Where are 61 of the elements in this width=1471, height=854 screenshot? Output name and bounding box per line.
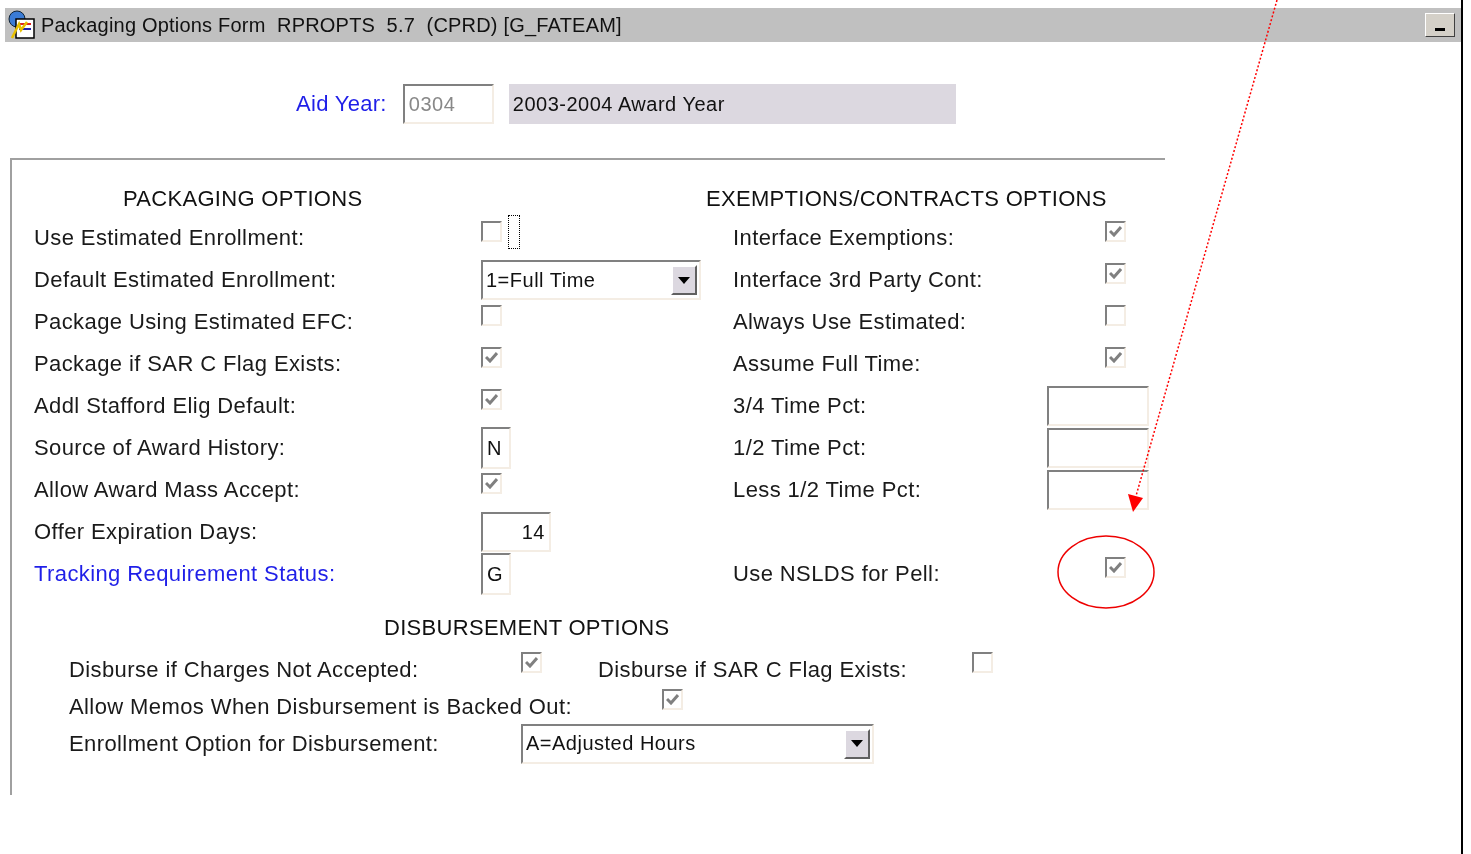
checkbox[interactable] bbox=[481, 220, 502, 242]
checkbox[interactable] bbox=[1105, 220, 1126, 242]
field-label: Use Estimated Enrollment: bbox=[34, 225, 306, 251]
field-label: 1/2 Time Pct: bbox=[733, 435, 868, 461]
description-field: 2003-2004 Award Year bbox=[508, 84, 956, 124]
field-label: Disburse if SAR C Flag Exists: bbox=[598, 656, 909, 683]
caret-icon bbox=[851, 740, 863, 747]
checkbox[interactable] bbox=[1105, 346, 1126, 368]
section-heading: DISBURSEMENT OPTIONS bbox=[384, 615, 670, 641]
checkbox[interactable] bbox=[481, 388, 502, 410]
checkbox[interactable] bbox=[481, 472, 502, 494]
field-label: Disburse if Charges Not Accepted: bbox=[69, 656, 420, 683]
field-label: Assume Full Time: bbox=[733, 351, 922, 377]
minimize-button[interactable] bbox=[1425, 13, 1455, 37]
checkmark-icon bbox=[1109, 225, 1122, 237]
field-label: Always Use Estimated: bbox=[733, 309, 968, 335]
field-label: Less 1/2 Time Pct: bbox=[733, 477, 923, 503]
checkmark-icon bbox=[666, 694, 679, 705]
app-icon bbox=[7, 10, 37, 40]
field-label: Interface Exemptions: bbox=[733, 225, 956, 251]
checkmark-icon bbox=[485, 477, 498, 489]
field-label: Interface 3rd Party Cont: bbox=[733, 267, 984, 293]
checkmark-icon bbox=[485, 393, 498, 405]
field-label: Use NSLDS for Pell: bbox=[733, 561, 941, 587]
checkbox[interactable] bbox=[972, 652, 993, 673]
input-field[interactable]: G bbox=[481, 553, 511, 595]
input-field[interactable]: 14 bbox=[481, 512, 551, 552]
input-field[interactable]: N bbox=[481, 427, 511, 469]
input-field[interactable] bbox=[1047, 386, 1149, 426]
checkmark-icon bbox=[485, 351, 498, 363]
dropdown[interactable]: A=Adjusted Hours bbox=[521, 723, 874, 764]
field-label: Default Estimated Enrollment: bbox=[34, 267, 338, 293]
checkbox[interactable] bbox=[481, 304, 502, 326]
field-label: 3/4 Time Pct: bbox=[733, 393, 868, 419]
checkmark-icon bbox=[1109, 267, 1122, 279]
input-field[interactable]: 0304 bbox=[402, 84, 494, 124]
checkbox[interactable] bbox=[481, 346, 502, 368]
checkmark-icon bbox=[525, 657, 538, 668]
checkbox[interactable] bbox=[1105, 304, 1126, 326]
field-label: Addl Stafford Elig Default: bbox=[34, 393, 298, 419]
dropdown[interactable]: 1=Full Time bbox=[481, 260, 701, 300]
field-label: Enrollment Option for Disbursement: bbox=[69, 730, 440, 757]
checkbox[interactable] bbox=[521, 652, 542, 673]
section-heading: EXEMPTIONS/CONTRACTS OPTIONS bbox=[706, 185, 1108, 212]
field-label: Source of Award History: bbox=[34, 435, 287, 461]
checkbox[interactable] bbox=[1105, 262, 1126, 284]
field-label: Package Using Estimated EFC: bbox=[34, 309, 355, 335]
input-field[interactable] bbox=[1047, 428, 1149, 468]
checkmark-icon bbox=[1109, 561, 1122, 573]
field-link[interactable]: Tracking Requirement Status: bbox=[34, 561, 481, 587]
checkmark-icon bbox=[1109, 351, 1122, 363]
field-label: Allow Memos When Disbursement is Backed Out: bbox=[69, 693, 573, 720]
field-label: Allow Award Mass Accept: bbox=[34, 477, 301, 503]
field-label: Offer Expiration Days: bbox=[34, 519, 259, 545]
caret-icon bbox=[678, 276, 690, 284]
checkbox[interactable] bbox=[1105, 556, 1126, 578]
input-field[interactable] bbox=[1047, 470, 1149, 510]
field-label: Package if SAR C Flag Exists: bbox=[34, 351, 343, 377]
window-title: Packaging Options Form RPROPTS 5.7 (CPRD) [G_FATEAM] bbox=[41, 13, 623, 37]
field-label: Aid Year: bbox=[296, 91, 387, 117]
checkbox[interactable] bbox=[662, 689, 683, 710]
